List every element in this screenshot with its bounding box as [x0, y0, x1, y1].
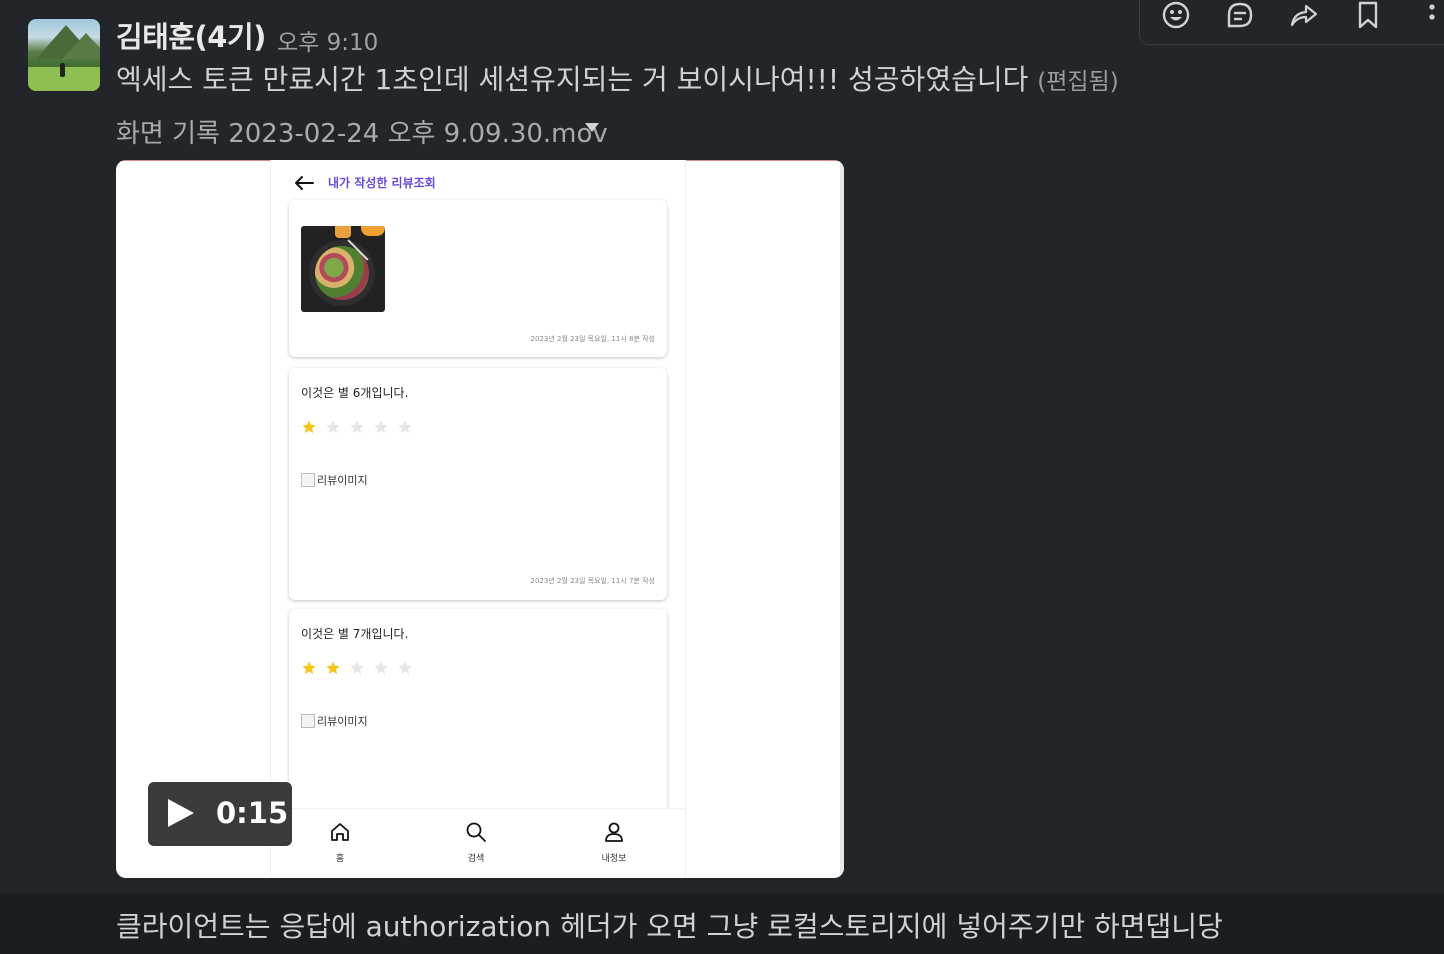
- back-arrow-icon[interactable]: [293, 172, 315, 194]
- star-icon: [374, 420, 388, 433]
- nav-my-info[interactable]: 내정보: [584, 821, 644, 864]
- review-image: [301, 226, 385, 312]
- message-timestamp[interactable]: 오후 9:10: [277, 23, 378, 57]
- search-icon: [466, 822, 486, 842]
- bookmark-icon[interactable]: [1352, 0, 1384, 31]
- video-duration: 0:15: [216, 796, 289, 830]
- message-text: 엑세스 토큰 만료시간 1초인데 세션유지되는 거 보이시나여!!! 성공하였습…: [116, 58, 1119, 98]
- message-body: 엑세스 토큰 만료시간 1초인데 세션유지되는 거 보이시나여!!! 성공하였습…: [116, 63, 1029, 96]
- star-icon: [326, 420, 340, 433]
- nav-label: 홈: [335, 854, 345, 864]
- star-icon: [302, 420, 316, 433]
- message-actions-toolbar: [1139, 0, 1444, 45]
- next-message-text: 클라이언트는 응답에 authorization 헤더가 오면 그냥 로컬스토리…: [116, 910, 1223, 943]
- nav-home[interactable]: 홈: [310, 821, 370, 864]
- attachment-name[interactable]: 화면 기록 2023-02-24 오후 9.09.30.mov: [116, 113, 608, 150]
- emoji-icon[interactable]: [1160, 0, 1192, 31]
- broken-image-icon: [301, 714, 315, 728]
- star-rating: [301, 660, 413, 676]
- star-icon: [302, 661, 316, 674]
- page-title: 내가 작성한 리뷰조회: [328, 176, 436, 190]
- star-icon: [350, 661, 364, 674]
- avatar[interactable]: [28, 19, 100, 91]
- share-icon[interactable]: [1288, 0, 1320, 31]
- image-alt-text: 리뷰이미지: [317, 715, 368, 728]
- chevron-down-icon[interactable]: [585, 123, 599, 132]
- review-image-broken: 리뷰이미지: [301, 472, 368, 488]
- more-icon[interactable]: [1416, 0, 1444, 31]
- review-text: 이것은 별 6개입니다.: [301, 386, 409, 400]
- star-icon: [398, 420, 412, 433]
- sender-name[interactable]: 김태훈(4기): [116, 14, 266, 56]
- review-card: 이것은 별 6개입니다. 리뷰이미지 2023년 2월 23일 목요일, 11시…: [289, 368, 667, 600]
- star-rating: [301, 419, 413, 435]
- nav-label: 내정보: [601, 854, 627, 864]
- home-icon: [331, 823, 349, 841]
- video-attachment[interactable]: 내가 작성한 리뷰조회 2023년 2월 23일 목요일, 11시 8분 작성 …: [116, 160, 844, 878]
- reply-thread-icon[interactable]: [1224, 0, 1256, 31]
- image-alt-text: 리뷰이미지: [317, 474, 368, 487]
- star-icon: [398, 661, 412, 674]
- nav-search[interactable]: 검색: [446, 821, 506, 864]
- bottom-navigation: 홈 검색 내정보: [271, 808, 685, 878]
- star-icon: [326, 661, 340, 674]
- review-date: 2023년 2월 23일 목요일, 11시 7분 작성: [530, 577, 655, 585]
- review-card: 2023년 2월 23일 목요일, 11시 8분 작성: [289, 200, 667, 357]
- review-date: 2023년 2월 23일 목요일, 11시 8분 작성: [530, 335, 655, 343]
- star-icon: [350, 420, 364, 433]
- edited-label: (편집됨): [1037, 69, 1119, 95]
- app-screen: 내가 작성한 리뷰조회 2023년 2월 23일 목요일, 11시 8분 작성 …: [270, 160, 686, 878]
- user-icon: [605, 822, 623, 842]
- star-icon: [374, 661, 388, 674]
- review-image-broken: 리뷰이미지: [301, 713, 368, 729]
- play-icon: [168, 799, 194, 827]
- review-text: 이것은 별 7개입니다.: [301, 627, 409, 641]
- review-card: 이것은 별 7개입니다. 리뷰이미지: [289, 609, 667, 839]
- nav-label: 검색: [467, 854, 485, 864]
- broken-image-icon: [301, 473, 315, 487]
- play-button[interactable]: 0:15: [148, 782, 292, 846]
